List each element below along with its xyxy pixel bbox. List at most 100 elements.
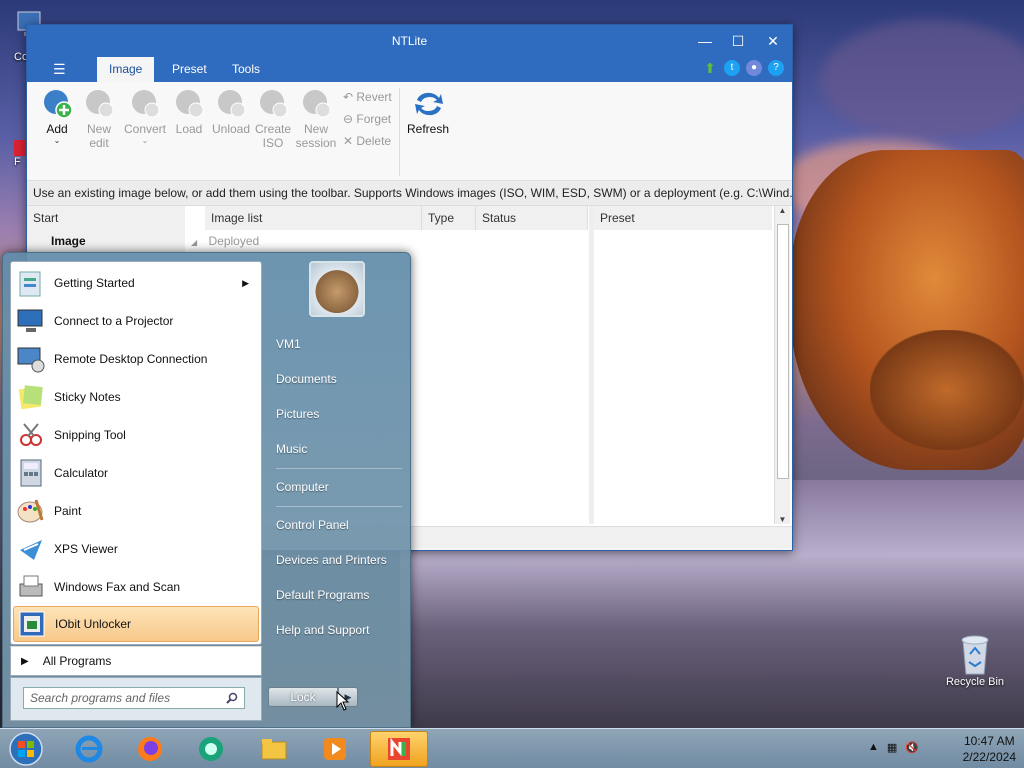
twitter-icon[interactable]: t xyxy=(724,60,740,76)
panel-splitter[interactable] xyxy=(589,206,594,524)
refresh-button[interactable]: Refresh xyxy=(405,88,451,136)
search-area: Search programs and files xyxy=(10,677,262,721)
right-item-music[interactable]: Music xyxy=(276,442,307,456)
new-session-button[interactable]: New session xyxy=(293,88,339,150)
expand-collapse-icon: ◢ xyxy=(191,238,198,247)
network-icon[interactable]: ▦ xyxy=(887,741,897,754)
program-label: Paint xyxy=(54,504,82,518)
taskbar-ntlite[interactable] xyxy=(370,731,428,767)
new-session-label-1: New xyxy=(303,122,328,136)
unload-label: Unload xyxy=(211,122,251,136)
type-column-header[interactable]: Type xyxy=(422,206,476,230)
refresh-icon xyxy=(413,88,443,120)
status-column-header[interactable]: Status xyxy=(476,206,588,230)
program-paint[interactable]: Paint xyxy=(13,493,259,529)
program-label: Calculator xyxy=(54,466,109,480)
right-item-pictures[interactable]: Pictures xyxy=(276,407,319,421)
clock-date: 2/22/2024 xyxy=(962,750,1016,764)
delete-button[interactable]: ✕ Delete xyxy=(343,134,391,148)
lock-button[interactable]: Lock xyxy=(268,687,338,707)
close-button[interactable]: ✕ xyxy=(762,31,784,51)
recycle-bin-desktop-icon[interactable]: Recycle Bin xyxy=(940,632,1010,688)
left-item-image[interactable]: Image xyxy=(51,234,86,248)
right-item-control-panel[interactable]: Control Panel xyxy=(276,518,349,532)
right-item-help-support[interactable]: Help and Support xyxy=(276,623,369,637)
new-edit-button[interactable]: New edit xyxy=(79,88,119,150)
help-icon[interactable]: ? xyxy=(768,60,784,76)
program-calculator[interactable]: Calculator xyxy=(13,455,259,491)
right-item-documents[interactable]: Documents xyxy=(276,372,337,386)
update-arrow-icon[interactable]: ⬆ xyxy=(702,60,718,76)
program-iobit-unlocker[interactable]: IObit Unlocker xyxy=(13,606,259,642)
projector-icon xyxy=(16,306,46,336)
tree-group-deployed[interactable]: ◢ Deployed xyxy=(191,234,259,248)
scroll-down-icon[interactable]: ▼ xyxy=(775,515,790,524)
vertical-scrollbar[interactable]: ▲ ▼ xyxy=(774,206,790,524)
system-tray: ▲ ▦ 🔇 xyxy=(868,741,919,754)
taskbar-file-explorer[interactable] xyxy=(245,731,303,767)
right-item-devices-printers[interactable]: Devices and Printers xyxy=(276,553,387,567)
taskbar-internet-explorer[interactable] xyxy=(60,731,118,767)
program-label: IObit Unlocker xyxy=(55,617,132,631)
tree-group-label: Deployed xyxy=(208,234,260,248)
ntlite-titlebar[interactable]: NTLite — ☐ ✕ xyxy=(27,25,792,57)
new-edit-icon xyxy=(84,88,114,120)
program-remote-desktop[interactable]: Remote Desktop Connection xyxy=(13,341,259,377)
program-getting-started[interactable]: Getting Started ▶ xyxy=(13,265,259,301)
revert-label: Revert xyxy=(356,90,392,104)
revert-button[interactable]: ↶ Revert xyxy=(343,90,392,104)
program-connect-projector[interactable]: Connect to a Projector xyxy=(13,303,259,339)
create-iso-button[interactable]: Create ISO xyxy=(253,88,293,150)
program-label: Sticky Notes xyxy=(54,390,121,404)
convert-chevron-icon[interactable]: ⌄ xyxy=(123,136,167,145)
load-icon xyxy=(174,88,204,120)
ntlite-tab-bar: ☰ Image Preset Tools ⬆ t ● ? xyxy=(27,57,792,82)
clock[interactable]: 10:47 AM 2/22/2024 xyxy=(963,733,1016,765)
right-divider xyxy=(276,468,402,469)
tab-preset[interactable]: Preset xyxy=(160,57,219,82)
program-xps-viewer[interactable]: XPS Viewer xyxy=(13,531,259,567)
taskbar-media-player[interactable] xyxy=(306,731,364,767)
volume-muted-icon[interactable]: 🔇 xyxy=(905,741,919,754)
ribbon-toolbar: Add ⌄ New edit Convert ⌄ Load Unload Cre… xyxy=(27,82,792,181)
user-avatar[interactable] xyxy=(309,261,365,317)
iobit-unlocker-icon xyxy=(17,609,47,639)
delete-label: Delete xyxy=(356,134,392,148)
taskbar-firefox[interactable] xyxy=(121,731,179,767)
tab-tools[interactable]: Tools xyxy=(220,57,272,82)
show-hidden-icons-icon[interactable]: ▲ xyxy=(868,741,879,754)
browser-icon xyxy=(199,737,223,761)
image-list-column-header[interactable]: Image list xyxy=(205,206,422,230)
all-programs-label: All Programs xyxy=(42,654,112,668)
hint-text: Use an existing image below, or add them… xyxy=(27,181,792,206)
right-item-default-programs[interactable]: Default Programs xyxy=(276,588,369,602)
all-programs-button[interactable]: ▶ All Programs xyxy=(10,646,262,676)
taskbar-browser[interactable] xyxy=(182,731,240,767)
discord-icon[interactable]: ● xyxy=(746,60,762,76)
preset-column-header[interactable]: Preset xyxy=(594,206,772,230)
scroll-thumb[interactable] xyxy=(777,224,789,479)
refresh-label: Refresh xyxy=(406,122,450,136)
chevron-down-icon[interactable]: ⌄ xyxy=(37,136,77,145)
program-sticky-notes[interactable]: Sticky Notes xyxy=(13,379,259,415)
menu-icon[interactable]: ☰ xyxy=(53,61,66,78)
search-icon[interactable] xyxy=(226,692,238,704)
xps-viewer-icon xyxy=(16,534,46,564)
load-button[interactable]: Load xyxy=(169,88,209,136)
program-fax-scan[interactable]: Windows Fax and Scan xyxy=(13,569,259,605)
sticky-notes-icon xyxy=(16,382,46,412)
minimize-button[interactable]: — xyxy=(694,31,716,51)
program-label: Windows Fax and Scan xyxy=(54,580,181,594)
add-button[interactable]: Add ⌄ xyxy=(37,88,77,145)
convert-button[interactable]: Convert ⌄ xyxy=(123,88,167,145)
scroll-up-icon[interactable]: ▲ xyxy=(775,206,790,215)
search-input[interactable]: Search programs and files xyxy=(23,687,245,709)
maximize-button[interactable]: ☐ xyxy=(727,31,749,51)
tab-image[interactable]: Image xyxy=(97,57,155,82)
unload-button[interactable]: Unload xyxy=(211,88,251,136)
right-item-computer[interactable]: Computer xyxy=(276,480,329,494)
program-snipping-tool[interactable]: Snipping Tool xyxy=(13,417,259,453)
start-button[interactable] xyxy=(0,731,52,767)
right-item-vm1[interactable]: VM1 xyxy=(276,337,301,351)
forget-button[interactable]: ⊖ Forget xyxy=(343,112,391,126)
